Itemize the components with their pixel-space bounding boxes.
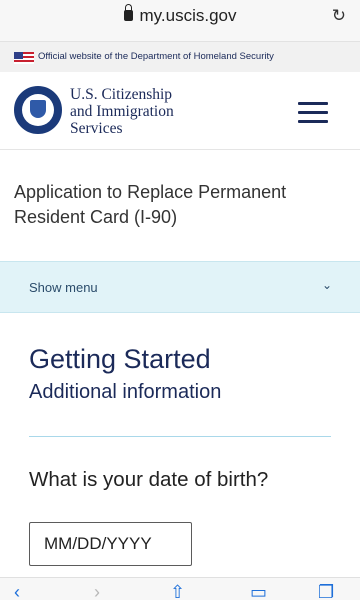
agency-line-1: U.S. Citizenship	[70, 86, 173, 103]
application-title-line-1: Application to Replace Permanent	[14, 182, 287, 202]
reload-icon[interactable]: ↻	[332, 6, 346, 26]
dob-question-label: What is your date of birth?	[29, 468, 269, 491]
site-header: U.S. Citizenship and Immigration Service…	[0, 72, 360, 150]
lock-icon	[123, 4, 133, 21]
browser-address-bar[interactable]: my.uscis.gov ↻	[0, 0, 360, 42]
browser-toolbar: ‹ › ⇧ ▭ ❐	[0, 577, 360, 602]
gov-banner-text: Official website of the Department of Ho…	[38, 51, 274, 62]
show-menu-label: Show menu	[29, 280, 98, 295]
agency-name[interactable]: U.S. Citizenship and Immigration Service…	[70, 86, 174, 137]
dhs-seal-icon[interactable]	[14, 86, 62, 134]
agency-line-2: and Immigration	[70, 103, 174, 120]
page-subtitle: Additional information	[29, 381, 222, 403]
section-divider	[29, 436, 331, 437]
us-flag-icon	[14, 52, 34, 64]
application-title: Application to Replace Permanent Residen…	[14, 180, 286, 230]
page-title: Getting Started	[29, 344, 211, 374]
show-menu-button[interactable]: Show menu ⌄	[0, 261, 360, 313]
url-display[interactable]: my.uscis.gov	[0, 4, 360, 26]
application-title-line-2: Resident Card (I-90)	[14, 207, 178, 227]
gov-banner: Official website of the Department of Ho…	[0, 42, 360, 72]
dob-input[interactable]	[29, 522, 192, 566]
chevron-down-icon: ⌄	[321, 278, 332, 292]
agency-line-3: Services	[70, 120, 123, 137]
url-text: my.uscis.gov	[139, 6, 237, 25]
hamburger-menu-icon[interactable]	[298, 102, 328, 123]
